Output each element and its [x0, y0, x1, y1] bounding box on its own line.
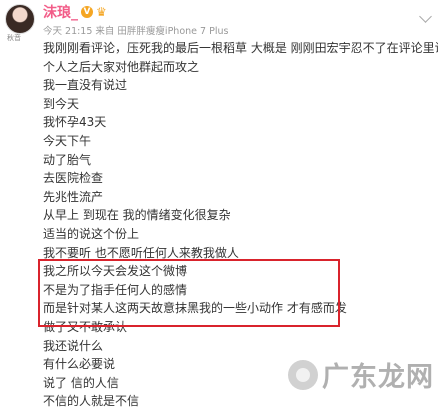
user-name[interactable]: 沫琅_	[43, 2, 78, 22]
post-line: 先兆性流产	[43, 189, 104, 204]
post-line: 我一直没有说过	[43, 78, 128, 93]
name-row: 沫琅_ V ♛	[43, 3, 438, 21]
watermark-logo-icon	[288, 359, 318, 390]
verified-badge-icon: V	[81, 6, 93, 18]
post-line: 从早上 到现在 我的情绪变化很复杂	[43, 208, 231, 223]
avatar[interactable]	[5, 4, 35, 34]
crown-icon: ♛	[96, 5, 107, 19]
post-line: 到今天	[43, 96, 80, 111]
post-line: 个人之后大家对他群起而攻之	[43, 59, 200, 74]
post-line: 我刚刚看评论，压死我的最后一根稻草 大概是 刚刚田宏宇忍不了在评论里说了一	[43, 41, 438, 55]
post-line: 做了又不敢承认	[43, 319, 128, 334]
post-line: 动了胎气	[43, 152, 92, 167]
watermark: 广东龙网	[288, 355, 434, 394]
post-line: 我还说什么	[43, 338, 104, 353]
watermark-text: 广东龙网	[322, 362, 434, 393]
post-line: 不信的人就是不信	[43, 394, 140, 409]
post-line: 今天下午	[43, 133, 92, 148]
post-line: 适当的说这个份上	[43, 226, 140, 241]
post-line: 我怀孕43天	[43, 115, 107, 130]
post-line: 我之所以今天会发这个微博	[43, 264, 188, 279]
post-line: 而是针对某人这两天故意抹黑我的一些小动作 才有感而发	[43, 301, 347, 316]
post-line: 不是为了指手任何人的感情	[43, 282, 188, 297]
post-line: 去医院检查	[43, 171, 104, 186]
post-line: 我不要听 也不愿听任何人来教我做人	[43, 245, 239, 260]
avatar-label: 秋音	[7, 34, 21, 42]
post-meta: 今天 21:15 来自 田胖胖瘦瘦iPhone 7 Plus	[43, 26, 229, 37]
post-header: 沫琅_ V ♛ 今天 21:15 来自 田胖胖瘦瘦iPhone 7 Plus	[43, 3, 438, 37]
